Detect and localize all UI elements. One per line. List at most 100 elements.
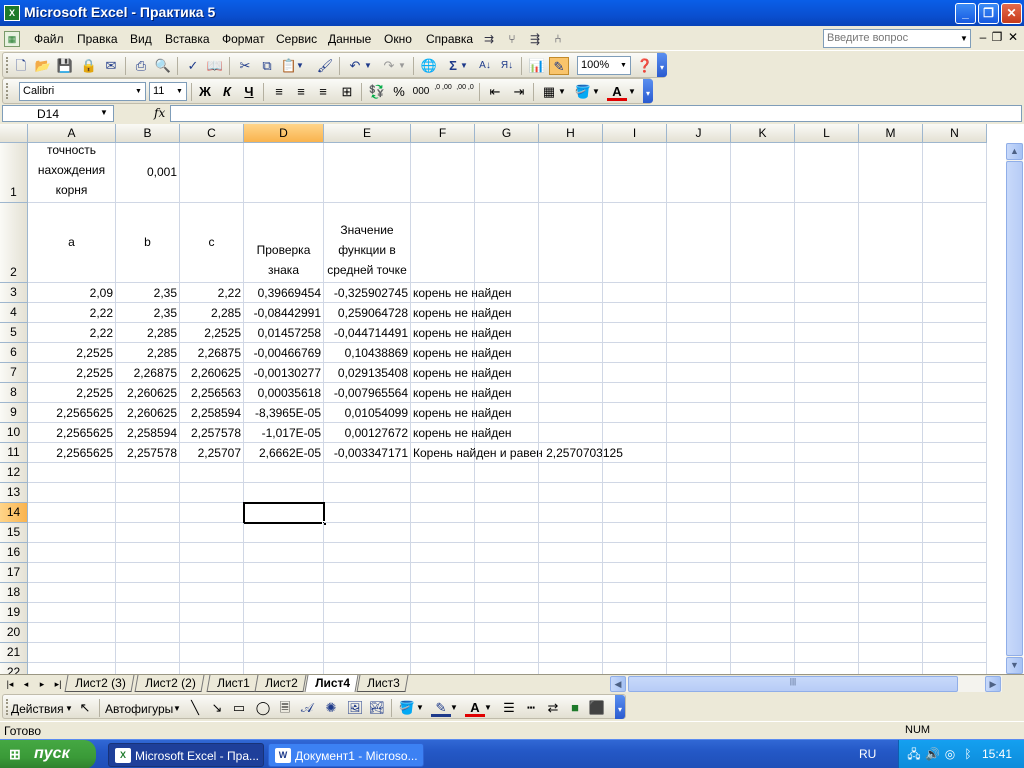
cell-k14[interactable] [731, 503, 795, 523]
toolbar-options-icon[interactable]: ▾ [615, 695, 625, 719]
column-header-f[interactable]: F [411, 124, 475, 143]
cell-n8[interactable] [923, 383, 987, 403]
cell-h14[interactable] [539, 503, 603, 523]
sheet-tab[interactable]: Лист2 (2) [134, 675, 205, 692]
vertical-scrollbar[interactable]: ▲ ▼ [1006, 143, 1023, 674]
cell-j7[interactable] [667, 363, 731, 383]
cell-k3[interactable] [731, 283, 795, 303]
cell-k8[interactable] [731, 383, 795, 403]
merge-icon[interactable]: ⑂ [503, 30, 521, 48]
cell-d3[interactable]: 0,39669454 [244, 283, 324, 303]
cell-m20[interactable] [859, 623, 923, 643]
cell-a7[interactable]: 2,2525 [28, 363, 116, 383]
cell-g20[interactable] [475, 623, 539, 643]
cell-b4[interactable]: 2,35 [116, 303, 180, 323]
cell-g5[interactable] [475, 323, 539, 343]
cell-k17[interactable] [731, 563, 795, 583]
cell-j11[interactable] [667, 443, 731, 463]
dash-style-icon[interactable]: ┅ [521, 699, 541, 717]
cell-d7[interactable]: -0,00130277 [244, 363, 324, 383]
cell-l6[interactable] [795, 343, 859, 363]
cell-c3[interactable]: 2,22 [180, 283, 244, 303]
cell-h15[interactable] [539, 523, 603, 543]
cell-f18[interactable] [411, 583, 475, 603]
cell-n1[interactable] [923, 143, 987, 203]
cell-j6[interactable] [667, 343, 731, 363]
cell-d18[interactable] [244, 583, 324, 603]
row-header-2[interactable]: 2 [0, 203, 28, 283]
column-header-m[interactable]: M [859, 124, 923, 143]
scroll-up-button[interactable]: ▲ [1006, 143, 1023, 160]
cell-j5[interactable] [667, 323, 731, 343]
cell-c10[interactable]: 2,257578 [180, 423, 244, 443]
cell-i7[interactable] [603, 363, 667, 383]
row-header-7[interactable]: 7 [0, 363, 28, 383]
cell-e16[interactable] [324, 543, 411, 563]
cell-c2[interactable]: c [180, 203, 244, 283]
cell-b13[interactable] [116, 483, 180, 503]
cell-m18[interactable] [859, 583, 923, 603]
cell-h6[interactable] [539, 343, 603, 363]
draw-font-color-icon[interactable]: A [465, 699, 485, 717]
cell-l1[interactable] [795, 143, 859, 203]
cell-j8[interactable] [667, 383, 731, 403]
cell-g21[interactable] [475, 643, 539, 663]
sheet-tab[interactable]: Лист2 (3) [64, 675, 135, 692]
cell-n14[interactable] [923, 503, 987, 523]
cell-j9[interactable] [667, 403, 731, 423]
row-header-9[interactable]: 9 [0, 403, 28, 423]
help-dropdown-icon[interactable]: ▼ [958, 30, 970, 47]
cell-b11[interactable]: 2,257578 [116, 443, 180, 463]
cell-j22[interactable] [667, 663, 731, 674]
cell-e4[interactable]: 0,259064728 [324, 303, 411, 323]
excel-app-icon[interactable]: X [4, 5, 20, 21]
cell-a16[interactable] [28, 543, 116, 563]
toolbar-grip[interactable] [6, 57, 9, 73]
start-button[interactable]: ⊞ пуск [0, 740, 96, 768]
cell-k4[interactable] [731, 303, 795, 323]
vertical-scroll-thumb[interactable] [1006, 161, 1023, 656]
cell-n7[interactable] [923, 363, 987, 383]
cell-i18[interactable] [603, 583, 667, 603]
cell-f7[interactable]: корень не найден [411, 363, 512, 383]
formula-input[interactable] [170, 105, 1022, 122]
row-header-15[interactable]: 15 [0, 523, 28, 543]
cell-n5[interactable] [923, 323, 987, 343]
cell-a12[interactable] [28, 463, 116, 483]
cell-d17[interactable] [244, 563, 324, 583]
cell-i19[interactable] [603, 603, 667, 623]
cell-m12[interactable] [859, 463, 923, 483]
cell-h20[interactable] [539, 623, 603, 643]
research-icon[interactable]: 📖 [205, 57, 225, 75]
sheet-tab[interactable]: Лист4 [304, 675, 359, 692]
cell-h11[interactable] [539, 443, 603, 463]
cell-l16[interactable] [795, 543, 859, 563]
cell-j4[interactable] [667, 303, 731, 323]
cell-d11[interactable]: 2,6662E-05 [244, 443, 324, 463]
cell-n15[interactable] [923, 523, 987, 543]
cell-d5[interactable]: 0,01457258 [244, 323, 324, 343]
redo-icon[interactable]: ↷ [379, 57, 399, 75]
cell-n11[interactable] [923, 443, 987, 463]
cell-b21[interactable] [116, 643, 180, 663]
line-icon[interactable]: ╲ [185, 699, 205, 717]
cell-m22[interactable] [859, 663, 923, 674]
cell-c21[interactable] [180, 643, 244, 663]
cell-j21[interactable] [667, 643, 731, 663]
minimize-button[interactable]: _ [955, 3, 976, 24]
cell-m9[interactable] [859, 403, 923, 423]
cell-n12[interactable] [923, 463, 987, 483]
cell-c22[interactable] [180, 663, 244, 674]
toolbar-grip[interactable] [6, 699, 9, 715]
borders-dropdown-icon[interactable]: ▼ [557, 83, 567, 101]
cell-h1[interactable] [539, 143, 603, 203]
cell-k6[interactable] [731, 343, 795, 363]
cell-i1[interactable] [603, 143, 667, 203]
cell-h5[interactable] [539, 323, 603, 343]
cell-m5[interactable] [859, 323, 923, 343]
row-header-5[interactable]: 5 [0, 323, 28, 343]
cell-d21[interactable] [244, 643, 324, 663]
language-indicator[interactable]: RU [859, 747, 876, 761]
scroll-down-button[interactable]: ▼ [1006, 657, 1023, 674]
cell-b5[interactable]: 2,285 [116, 323, 180, 343]
